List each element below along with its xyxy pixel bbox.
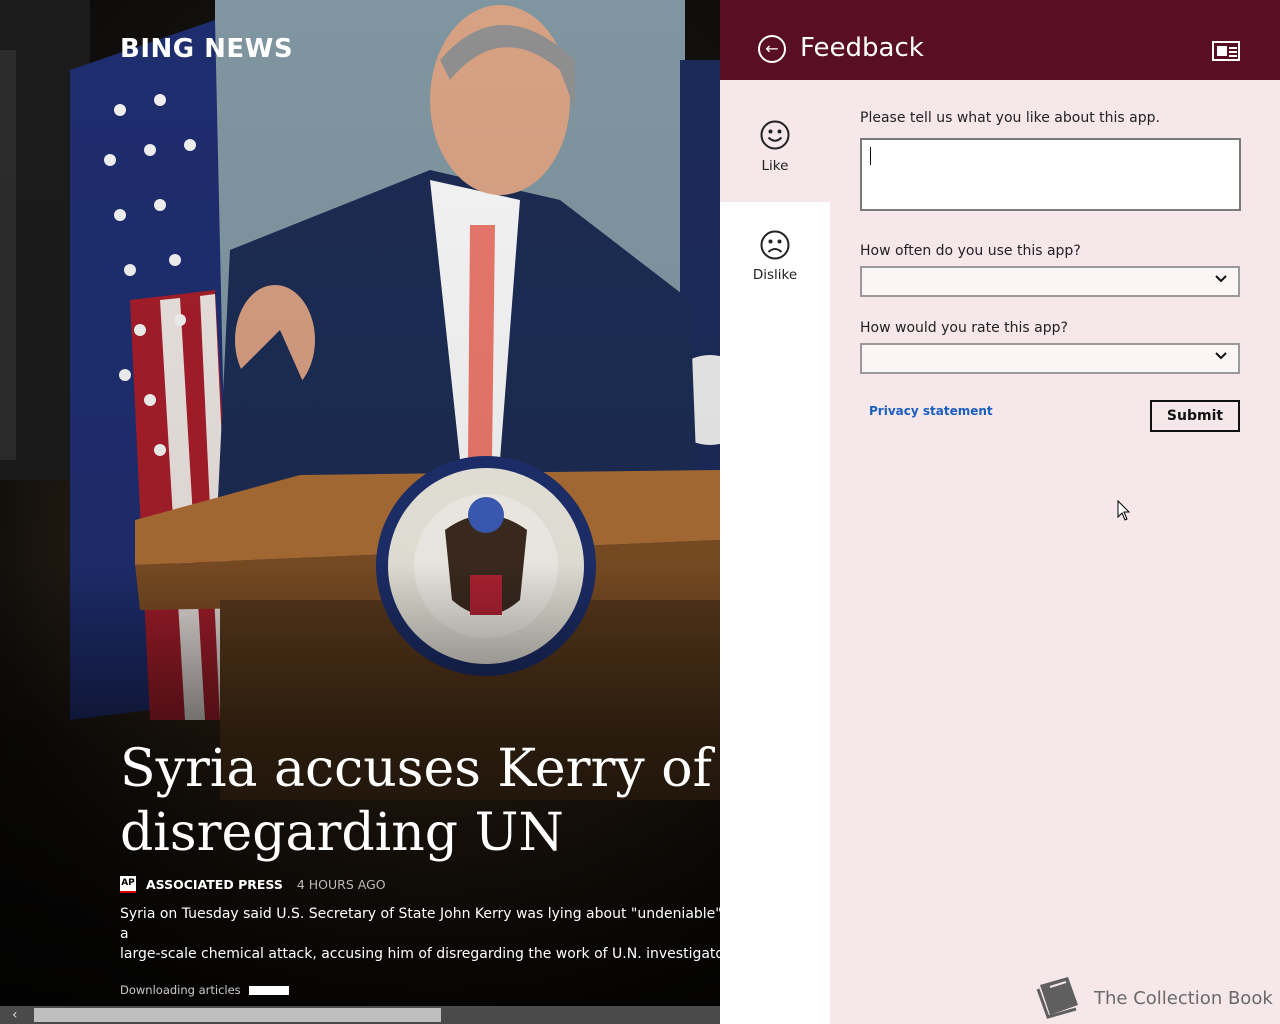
news-view-icon[interactable]: [1212, 41, 1240, 61]
article-age: 4 HOURS AGO: [296, 877, 386, 892]
text-caret: [870, 147, 871, 165]
tab-like-label: Like: [761, 158, 789, 174]
watermark: The Collection Book: [1030, 975, 1273, 1021]
mouse-pointer-icon: [1117, 500, 1131, 521]
scroll-left-icon[interactable]: ‹: [12, 1006, 30, 1024]
horizontal-scrollbar[interactable]: ‹: [0, 1006, 720, 1024]
tab-dislike-label: Dislike: [752, 267, 798, 283]
chevron-down-icon: [1215, 352, 1227, 360]
article-summary: Syria on Tuesday said U.S. Secretary of …: [120, 906, 720, 962]
feedback-header: ← Feedback: [720, 0, 1280, 80]
back-arrow-icon[interactable]: ←: [758, 35, 786, 63]
rating-select[interactable]: [860, 343, 1240, 374]
book-icon: [1036, 977, 1078, 1019]
smiley-icon: [760, 120, 790, 150]
ap-logo-icon: AP: [120, 876, 136, 893]
article-headline[interactable]: Syria accuses Kerry of lying, disregardi…: [120, 737, 720, 865]
download-progress-bar: [248, 985, 289, 995]
photo-shade: [0, 0, 720, 1024]
tab-dislike[interactable]: Dislike: [720, 202, 830, 302]
submit-button[interactable]: Submit: [1150, 400, 1240, 432]
privacy-statement-link[interactable]: Privacy statement: [869, 404, 993, 418]
feedback-pane: ← Feedback Like Dislike Please tell us w…: [720, 0, 1280, 1024]
article-byline: AP ASSOCIATED PRESS 4 HOURS AGO: [120, 876, 386, 893]
news-hero[interactable]: BING NEWS Syria accuses Kerry of lying, …: [0, 0, 720, 1024]
frequency-select[interactable]: [860, 266, 1240, 297]
download-status: Downloading articles: [120, 983, 289, 997]
feedback-title: Feedback: [800, 33, 924, 63]
chevron-down-icon: [1215, 275, 1227, 283]
scrollbar-thumb[interactable]: [34, 1008, 441, 1022]
tab-like[interactable]: Like: [720, 92, 830, 202]
download-status-text: Downloading articles: [120, 983, 241, 997]
frown-icon: [760, 230, 790, 260]
app-brand[interactable]: BING NEWS: [120, 34, 293, 64]
like-feedback-textarea[interactable]: [860, 138, 1241, 211]
rating-label: How would you rate this app?: [860, 320, 1068, 336]
like-prompt-label: Please tell us what you like about this …: [860, 110, 1160, 126]
frequency-label: How often do you use this app?: [860, 243, 1081, 259]
watermark-text: The Collection Book: [1094, 987, 1273, 1009]
article-source: ASSOCIATED PRESS: [146, 877, 283, 892]
